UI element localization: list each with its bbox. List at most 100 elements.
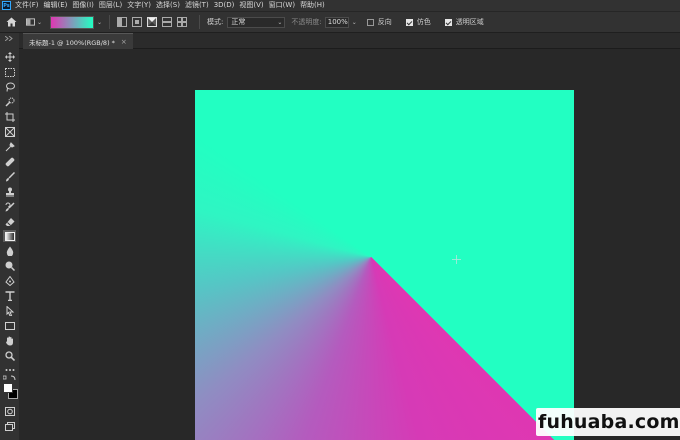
close-icon[interactable]: × [121,38,127,46]
marquee-icon [4,67,15,77]
diamond-gradient-icon [178,18,187,26]
reverse-checkbox[interactable] [366,18,374,26]
brush-icon [5,172,15,182]
tool-preset-picker[interactable]: ⌄ [26,16,42,28]
mode-label: 模式: [207,18,224,26]
arrow-select-icon [6,306,14,316]
frame-icon [4,127,15,137]
quick-mask-icon [4,406,15,416]
gradient-icon [4,231,15,241]
document-canvas[interactable] [195,90,574,440]
gradient-tool[interactable] [3,230,16,242]
type-tool[interactable] [3,290,16,302]
rectangle-tool[interactable] [3,320,16,332]
pen-icon [4,276,15,286]
home-button[interactable] [0,12,22,32]
quick-select-tool[interactable] [3,96,16,108]
eraser-icon [5,218,14,226]
reflected-gradient-button[interactable] [162,17,173,27]
foreground-color-swatch[interactable] [3,383,13,393]
document-tab-bar: 未标题-1 @ 100%(RGB/8) * × [19,33,680,49]
crop-tool[interactable] [3,111,16,123]
path-selection-tool[interactable] [3,305,16,317]
diamond-gradient-button[interactable] [177,17,188,27]
eyedropper-icon [5,142,15,152]
menu-edit[interactable]: 编辑(E) [44,0,68,11]
opacity-input[interactable]: 100% [324,16,349,28]
screen-mode-icon [4,421,15,431]
history-brush-icon [5,202,15,212]
brush-tool[interactable] [3,171,16,183]
lasso-tool[interactable] [3,81,16,93]
zoom-icon [4,351,15,361]
move-tool[interactable] [3,51,16,63]
frame-tool[interactable] [3,126,16,138]
drop-icon [6,246,13,256]
mode-value: 正常 [231,17,246,26]
gradient-picker[interactable] [50,15,94,29]
menu-3d[interactable]: 3D(D) [214,0,235,11]
more-icon [5,369,14,371]
photoshop-logo-icon[interactable]: Ps [2,1,11,10]
home-icon [6,17,16,27]
menu-window[interactable]: 窗口(W) [269,0,295,11]
radial-gradient-icon [135,20,140,24]
stamp-icon [5,187,14,197]
options-bar: ⌄ ⌄ 模式: 正常 ⌄ 不透明度: 100% ⌄ 反向 仿色 透明区域 [0,11,680,33]
collapse-toolbar-icon[interactable] [5,36,13,41]
menu-select[interactable]: 选择(S) [156,0,180,11]
type-icon [5,291,14,301]
chevron-down-icon[interactable]: ⌄ [352,19,357,26]
transparency-label: 透明区域 [455,18,484,26]
quick-mask-button[interactable] [3,405,16,417]
menu-help[interactable]: 帮助(H) [300,0,325,11]
angle-gradient-button[interactable] [147,17,158,27]
menu-filter[interactable]: 滤镜(T) [185,0,209,11]
swap-colors-button[interactable] [3,375,16,381]
dither-label: 仿色 [416,18,431,26]
divider [109,15,111,29]
watermark: fuhuaba.com [536,408,680,436]
color-swatches[interactable] [3,383,18,399]
screen-mode-button[interactable] [3,420,16,432]
hand-tool[interactable] [3,335,16,347]
dither-checkbox[interactable] [405,18,413,26]
dodge-tool[interactable] [3,260,16,272]
menu-type[interactable]: 文字(Y) [127,0,151,11]
angle-gradient-icon [148,18,157,26]
clone-stamp-tool[interactable] [3,186,16,198]
history-brush-tool[interactable] [3,201,16,213]
marquee-tool[interactable] [3,66,16,78]
menu-layer[interactable]: 图层(L) [99,0,122,11]
radial-gradient-button[interactable] [132,17,143,27]
healing-brush-tool[interactable] [3,156,16,168]
eyedropper-tool[interactable] [3,141,16,153]
transparency-checkbox[interactable] [444,18,452,26]
chevron-down-icon[interactable]: ⌄ [97,19,102,26]
dodge-icon [5,261,15,271]
reflected-gradient-icon [163,21,172,23]
tools-panel [0,49,19,440]
linear-gradient-button[interactable] [117,17,128,27]
lasso-icon [5,82,15,92]
divider [199,15,201,29]
document-tab[interactable]: 未标题-1 @ 100%(RGB/8) * × [23,33,133,49]
zoom-tool[interactable] [3,350,16,362]
chevron-down-icon: ⌄ [36,18,42,26]
eraser-tool[interactable] [3,216,16,228]
gradient-tool-preset-icon [26,18,35,26]
mode-select[interactable]: 正常 ⌄ [227,16,286,28]
crosshair-cursor-icon [452,255,461,264]
menu-file[interactable]: 文件(F) [15,0,39,11]
blur-tool[interactable] [3,245,16,257]
menu-bar: Ps 文件(F) 编辑(E) 图像(I) 图层(L) 文字(Y) 选择(S) 滤… [0,0,680,11]
rectangle-icon [4,322,15,330]
opacity-label: 不透明度: [291,18,322,26]
menu-image[interactable]: 图像(I) [72,0,94,11]
document-tab-title: 未标题-1 @ 100%(RGB/8) * [29,38,115,47]
pen-tool[interactable] [3,275,16,287]
linear-gradient-icon [118,18,123,26]
hand-icon [5,336,13,346]
move-icon [4,52,15,62]
menu-view[interactable]: 视图(V) [239,0,263,11]
